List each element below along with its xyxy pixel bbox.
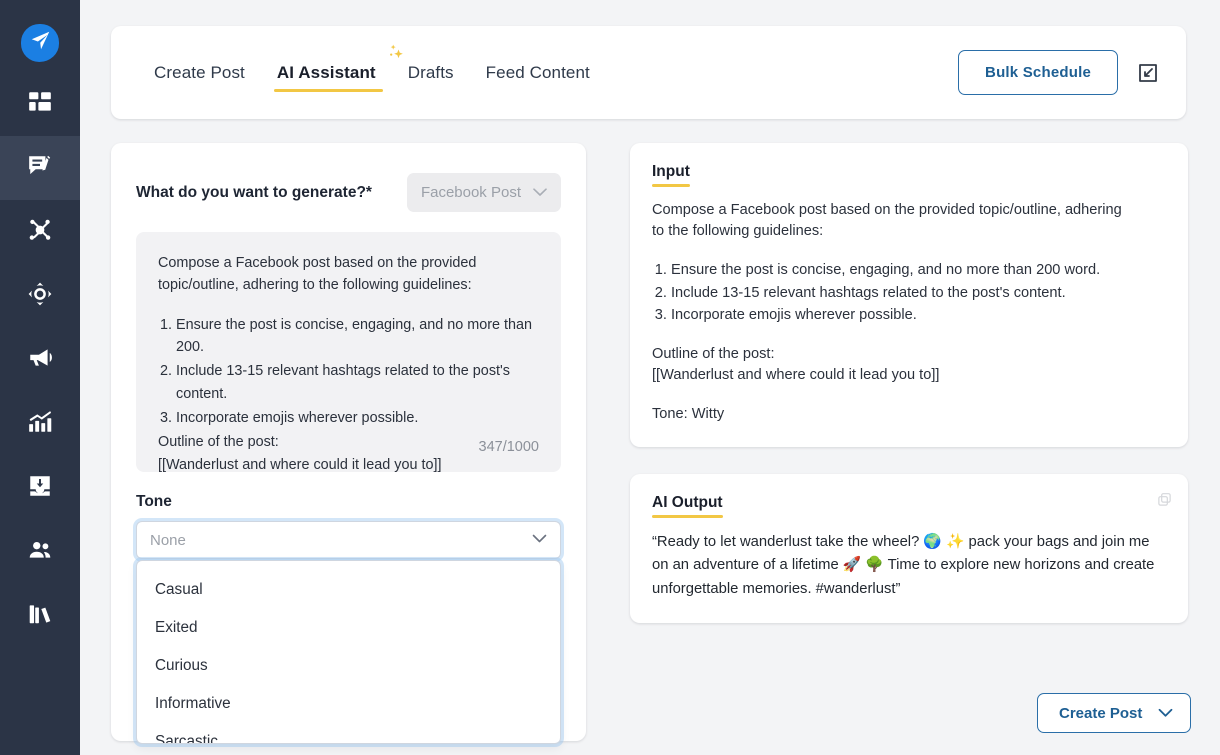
- copy-icon[interactable]: [1157, 492, 1172, 507]
- bulk-schedule-button[interactable]: Bulk Schedule: [958, 50, 1118, 95]
- diamond-target-icon: [27, 281, 53, 312]
- bar-chart-icon: [27, 409, 53, 440]
- input-guideline-item: Include 13-15 relevant hashtags related …: [671, 283, 1166, 304]
- ai-output-text: “Ready to let wanderlust take the wheel?…: [652, 531, 1166, 601]
- input-panel: Input Compose a Facebook post based on t…: [630, 143, 1188, 447]
- main-content: Create Post AI Assistant Drafts Feed Con…: [80, 0, 1220, 755]
- prompt-guidelines: Ensure the post is concise, engaging, an…: [176, 314, 539, 430]
- sidebar-item-analytics[interactable]: [0, 392, 80, 456]
- input-guidelines: Ensure the post is concise, engaging, an…: [671, 260, 1166, 327]
- prompt-guideline-item: Ensure the post is concise, engaging, an…: [176, 314, 539, 359]
- tone-option-informative[interactable]: Informative: [137, 685, 560, 723]
- chat-compose-icon: [27, 153, 53, 184]
- app-logo[interactable]: [21, 24, 59, 62]
- grid-icon: [27, 89, 53, 120]
- tone-option-exited[interactable]: Exited: [137, 609, 560, 647]
- preview-column: Input Compose a Facebook post based on t…: [630, 143, 1188, 623]
- chevron-down-icon: [1158, 705, 1173, 722]
- create-post-label: Create Post: [1059, 705, 1142, 722]
- sidebar-item-team[interactable]: [0, 520, 80, 584]
- header-actions: Bulk Schedule: [958, 50, 1186, 95]
- prompt-intro: Compose a Facebook post based on the pro…: [158, 252, 539, 297]
- inbox-download-icon: [27, 473, 53, 504]
- input-outline-value: [[Wanderlust and where could it lead you…: [652, 365, 1166, 386]
- tab-ai-assistant[interactable]: AI Assistant: [261, 63, 392, 83]
- create-post-button[interactable]: Create Post: [1037, 693, 1191, 733]
- megaphone-icon: [27, 345, 53, 376]
- sidebar-item-publish[interactable]: [0, 136, 80, 200]
- prompt-textarea[interactable]: Compose a Facebook post based on the pro…: [136, 232, 561, 472]
- generator-panel: What do you want to generate?* Facebook …: [111, 143, 586, 741]
- active-tab-underline: [274, 89, 383, 92]
- users-icon: [27, 537, 53, 568]
- prompt-guideline-item: Incorporate emojis wherever possible.: [176, 407, 539, 429]
- sidebar-item-engage[interactable]: [0, 200, 80, 264]
- tone-dropdown-menu[interactable]: Casual Exited Curious Informative Sarcas…: [136, 560, 561, 744]
- paper-plane-logo-icon: [30, 30, 51, 56]
- tone-option-casual[interactable]: Casual: [137, 571, 560, 609]
- tab-drafts[interactable]: Drafts: [392, 63, 470, 83]
- tab-label: Create Post: [154, 63, 245, 82]
- generate-label: What do you want to generate?*: [136, 184, 372, 202]
- tone-select[interactable]: None: [136, 521, 561, 559]
- sidebar-item-monitor[interactable]: [0, 264, 80, 328]
- tone-label: Tone: [136, 493, 561, 511]
- books-icon: [27, 601, 53, 632]
- sidebar-item-campaigns[interactable]: [0, 328, 80, 392]
- prompt-guideline-item: Include 13-15 relevant hashtags related …: [176, 360, 539, 405]
- tab-label: AI Assistant: [277, 63, 376, 82]
- tab-create-post[interactable]: Create Post: [138, 63, 261, 83]
- post-type-select[interactable]: Facebook Post: [407, 173, 561, 212]
- tone-option-sarcastic[interactable]: Sarcastic: [137, 723, 560, 744]
- sidebar-item-inbox[interactable]: [0, 456, 80, 520]
- input-outline-label: Outline of the post:: [652, 344, 1166, 365]
- input-panel-body: Compose a Facebook post based on the pro…: [652, 200, 1166, 425]
- sidebar-item-library[interactable]: [0, 584, 80, 648]
- ai-output-panel: AI Output “Ready to let wanderlust take …: [630, 474, 1188, 623]
- tab-label: Feed Content: [486, 63, 590, 82]
- tone-selected-value: None: [150, 532, 186, 549]
- sidebar-item-dashboard[interactable]: [0, 72, 80, 136]
- sidebar: [0, 0, 80, 755]
- input-guideline-item: Incorporate emojis wherever possible.: [671, 305, 1166, 326]
- input-intro-line1: Compose a Facebook post based on the pro…: [652, 200, 1166, 221]
- chevron-down-icon: [532, 531, 547, 549]
- compose-expand-icon[interactable]: [1136, 61, 1160, 85]
- tab-label: Drafts: [408, 63, 454, 82]
- header-card: Create Post AI Assistant Drafts Feed Con…: [111, 26, 1186, 119]
- post-type-value: Facebook Post: [421, 184, 521, 201]
- input-panel-title: Input: [652, 163, 690, 187]
- input-intro-line2: to the following guidelines:: [652, 221, 1166, 242]
- generate-row: What do you want to generate?* Facebook …: [136, 173, 561, 212]
- input-guideline-item: Ensure the post is concise, engaging, an…: [671, 260, 1166, 281]
- tab-feed-content[interactable]: Feed Content: [470, 63, 606, 83]
- network-icon: [27, 217, 53, 248]
- chevron-down-icon: [533, 184, 547, 201]
- input-tone-line: Tone: Witty: [652, 404, 1166, 425]
- tab-bar: Create Post AI Assistant Drafts Feed Con…: [111, 63, 606, 83]
- character-count: 347/1000: [479, 436, 539, 458]
- tone-option-curious[interactable]: Curious: [137, 647, 560, 685]
- ai-output-panel-title: AI Output: [652, 494, 723, 518]
